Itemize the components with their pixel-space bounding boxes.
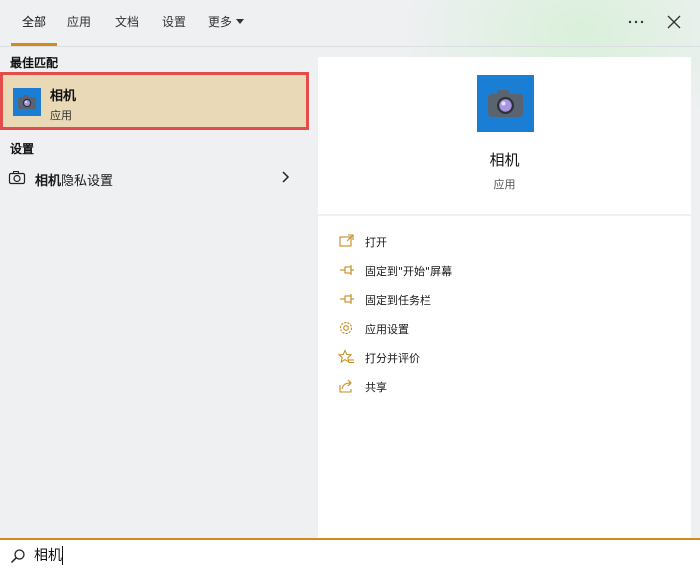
detail-app-type: 应用 — [493, 178, 516, 191]
text-cursor — [62, 546, 63, 565]
active-tab-indicator — [11, 43, 57, 46]
tab-more-label: 更多 — [208, 15, 233, 29]
tab-settings-label: 设置 — [162, 15, 187, 29]
camera-privacy-settings-item[interactable]: 相机隐私设置 — [0, 164, 305, 192]
camera-privacy-settings-rest: 隐私设置 — [61, 174, 114, 189]
search-window: 全部 应用 文档 设置 更多 最佳匹配 相机 应用 设置 相机隐私设置 相机 应… — [0, 0, 700, 570]
camera-privacy-settings-label: 相机隐私设置 — [35, 170, 113, 189]
best-match-name: 相机 — [50, 89, 77, 104]
tab-more[interactable]: 更多 — [208, 0, 245, 46]
chevron-down-icon — [236, 19, 245, 24]
search-icon — [10, 548, 26, 564]
best-match-type: 应用 — [50, 109, 72, 122]
best-match-camera-app[interactable]: 相机 应用 — [0, 72, 309, 130]
action-share[interactable]: 共享 — [338, 374, 668, 400]
gear-icon — [338, 320, 356, 336]
action-pin-to-taskbar[interactable]: 固定到任务栏 — [338, 287, 668, 313]
tab-documents-label: 文档 — [115, 15, 140, 29]
search-bar — [0, 538, 700, 570]
tab-settings[interactable]: 设置 — [162, 0, 186, 46]
chevron-right-icon — [280, 169, 292, 185]
action-app-settings-label: 应用设置 — [365, 323, 409, 336]
action-rate-and-review-label: 打分并评价 — [365, 352, 420, 365]
app-actions-panel: 打开 固定到"开始"屏幕 固定到任务栏 应用设置 打分并评价 共享 — [318, 216, 691, 538]
tab-all[interactable]: 全部 — [11, 0, 57, 46]
settings-heading: 设置 — [10, 142, 35, 156]
tab-all-label: 全部 — [21, 15, 46, 29]
action-rate-and-review[interactable]: 打分并评价 — [337, 345, 668, 371]
camera-icon — [13, 88, 41, 116]
best-match-heading: 最佳匹配 — [10, 56, 59, 70]
action-open-label: 打开 — [365, 236, 387, 249]
share-icon — [338, 378, 356, 394]
detail-app-name: 相机 — [489, 151, 520, 169]
action-open[interactable]: 打开 — [338, 229, 668, 255]
close-icon[interactable] — [664, 12, 684, 32]
tab-documents[interactable]: 文档 — [115, 0, 139, 46]
tab-bar: 全部 应用 文档 设置 更多 — [0, 0, 700, 47]
camera-privacy-settings-match: 相机 — [35, 174, 62, 189]
camera-icon — [477, 75, 534, 132]
action-share-label: 共享 — [365, 381, 387, 394]
tab-apps-label: 应用 — [67, 15, 92, 29]
ellipsis-icon[interactable] — [626, 12, 646, 32]
open-icon — [338, 233, 356, 249]
search-input[interactable] — [34, 543, 634, 567]
action-app-settings[interactable]: 应用设置 — [338, 316, 668, 342]
app-detail-header: 相机 应用 — [318, 57, 691, 214]
action-pin-to-start[interactable]: 固定到"开始"屏幕 — [338, 258, 668, 284]
pin-icon — [338, 291, 356, 307]
pin-icon — [338, 262, 356, 278]
tab-apps[interactable]: 应用 — [67, 0, 91, 46]
action-pin-to-start-label: 固定到"开始"屏幕 — [365, 265, 453, 278]
camera-outline-icon — [8, 170, 26, 186]
star-icon — [337, 349, 356, 365]
action-pin-to-taskbar-label: 固定到任务栏 — [365, 294, 431, 307]
